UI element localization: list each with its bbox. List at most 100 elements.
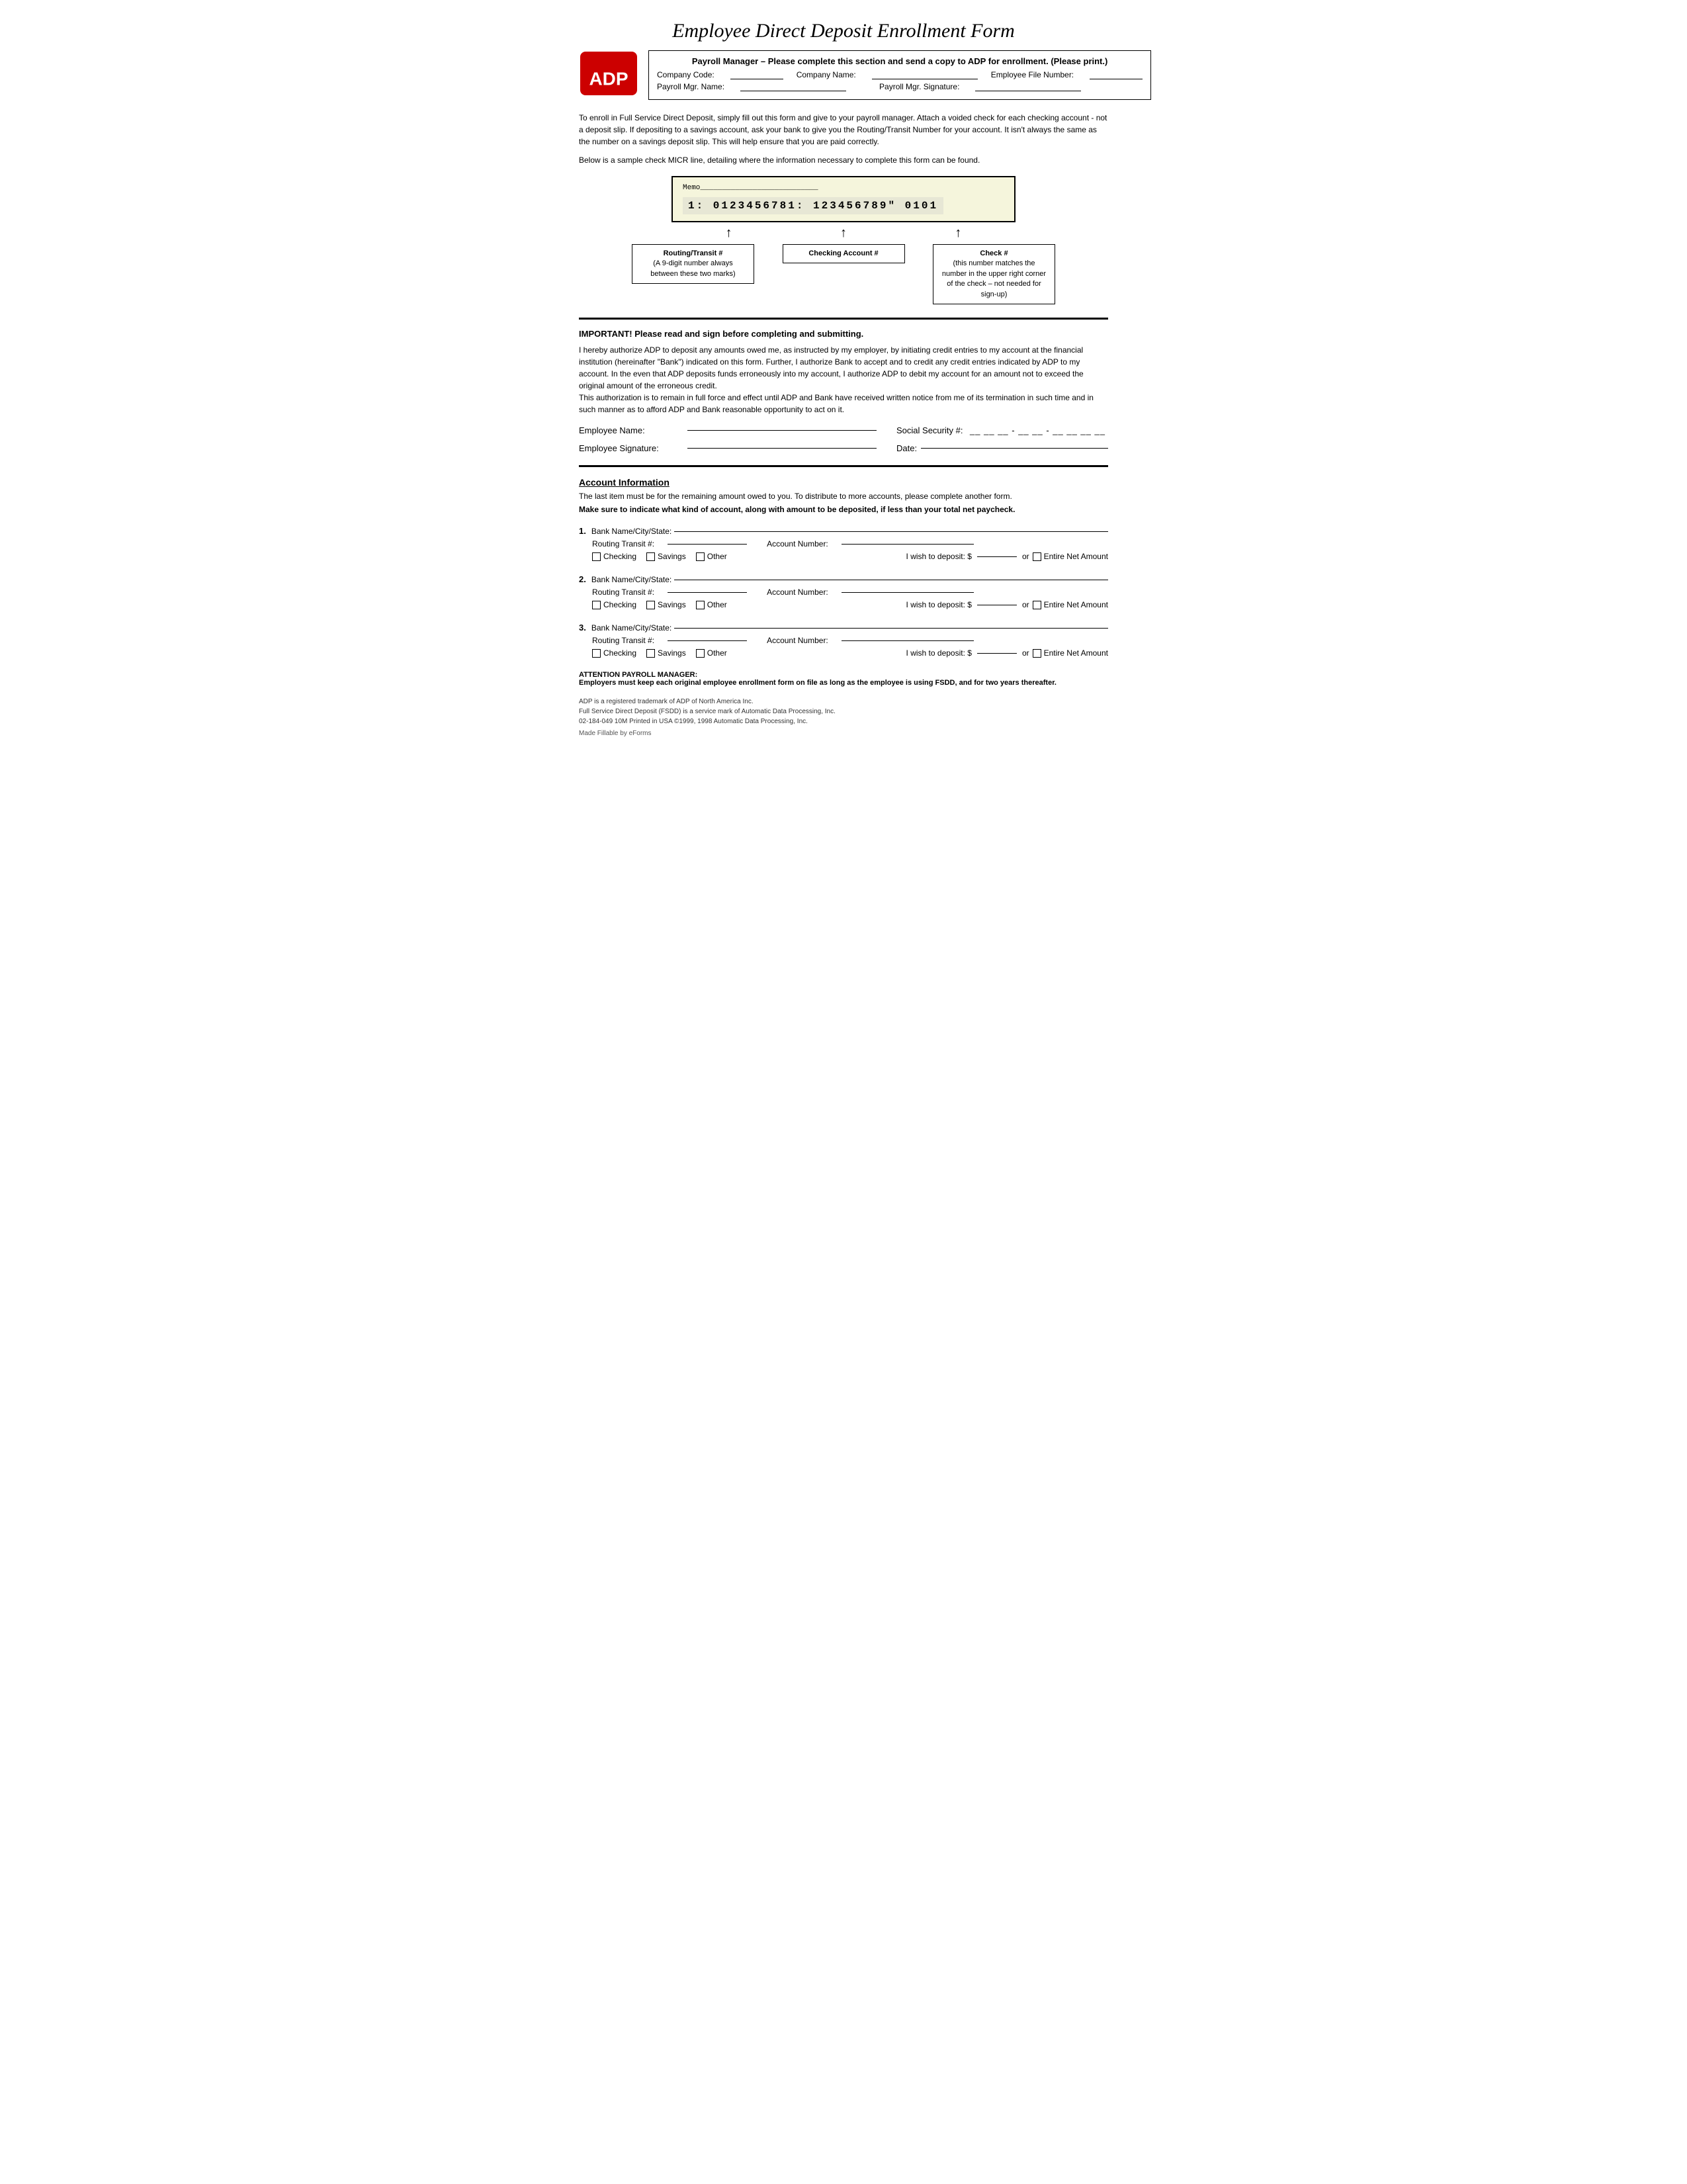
bank-1-field[interactable] [674,531,1108,532]
checking-2-group: Checking [592,600,636,609]
account-3-num: 3. [579,623,586,633]
ssn-label: Social Security #: [896,425,963,435]
or-1-label: or [1022,552,1029,561]
entire-net-1-checkbox[interactable] [1033,552,1041,561]
emp-name-field[interactable] [687,430,877,431]
other-2-checkbox[interactable] [696,601,705,609]
entire-net-1-label: Entire Net Amount [1044,552,1108,561]
account-1-num: 1. [579,526,586,536]
memo-line: Memo___________________________ [683,184,1004,192]
checknum-label-box: Check # (this number matches the number … [933,244,1055,304]
important-body: I hereby authorize ADP to deposit any am… [579,344,1108,415]
account-entry-1: 1. Bank Name/City/State: Routing Transit… [579,526,1108,561]
checking-2-label: Checking [603,600,636,609]
made-fillable: Made Fillable by eForms [579,730,1108,737]
savings-2-checkbox[interactable] [646,601,655,609]
checking-1-label: Checking [603,552,636,561]
company-name-field[interactable] [872,70,978,79]
account-3-field[interactable] [842,640,974,641]
company-code-field[interactable] [730,70,783,79]
other-1-label: Other [707,552,727,561]
entire-net-2-checkbox[interactable] [1033,601,1041,609]
routing-2-row: Routing Transit #: Account Number: [592,588,1108,597]
savings-3-label: Savings [658,648,686,658]
employee-sig-row: Employee Signature: Date: [579,443,1108,453]
entire-net-2-label: Entire Net Amount [1044,600,1108,609]
entire-net-2-box: Entire Net Amount [1033,600,1108,609]
footer-section: ADP is a registered trademark of ADP of … [579,697,1108,726]
account-2-field[interactable] [842,592,974,593]
entire-net-3-checkbox[interactable] [1033,649,1041,658]
account-entry-2: 2. Bank Name/City/State: Routing Transit… [579,574,1108,609]
account-info-subtext: The last item must be for the remaining … [579,492,1108,501]
important-section: IMPORTANT! Please read and sign before c… [579,328,1108,416]
employee-fields: Employee Name: Social Security #: __ __ … [579,425,1108,453]
header-instruction: Payroll Manager – Please complete this s… [657,56,1143,66]
routing-2-field[interactable] [668,592,747,593]
attention-heading: ATTENTION PAYROLL MANAGER: [579,671,1108,679]
other-1-group: Other [696,552,727,561]
routing-2-label: Routing Transit #: [592,588,654,597]
payroll-sig-label: Payroll Mgr. Signature: [879,82,959,91]
account-3-label: Account Number: [767,636,828,645]
company-code-label: Company Code: [657,70,714,79]
other-1-checkbox[interactable] [696,552,705,561]
routing-label-box: Routing/Transit # (A 9-digit number alwa… [632,244,754,284]
deposit-2-group: I wish to deposit: $ or Entire Net Amoun… [906,600,1108,609]
check-diagram-section: Memo___________________________ 1: 01234… [579,176,1108,304]
adp-logo: ADP [579,50,638,97]
employee-file-label: Employee File Number: [991,70,1074,79]
routing-3-row: Routing Transit #: Account Number: [592,636,1108,645]
page-title: Employee Direct Deposit Enrollment Form [579,20,1108,42]
svg-text:ADP: ADP [589,68,628,89]
savings-3-checkbox[interactable] [646,649,655,658]
savings-1-label: Savings [658,552,686,561]
routing-3-label: Routing Transit #: [592,636,654,645]
savings-2-label: Savings [658,600,686,609]
account-entry-3: 3. Bank Name/City/State: Routing Transit… [579,623,1108,658]
routing-3-field[interactable] [668,640,747,641]
arrow-checknum: ↑ [955,226,961,241]
other-3-checkbox[interactable] [696,649,705,658]
deposit-1-group: I wish to deposit: $ or Entire Net Amoun… [906,552,1108,561]
other-2-group: Other [696,600,727,609]
arrow-routing: ↑ [726,226,732,241]
checking-2-checkbox[interactable] [592,601,601,609]
payroll-sig-field[interactable] [975,82,1081,91]
savings-1-checkbox[interactable] [646,552,655,561]
account-2-label: Account Number: [767,588,828,597]
bank-1-label: Bank Name/City/State: [591,527,671,536]
routing-1-label: Routing Transit #: [592,539,654,548]
deposit-3-group: I wish to deposit: $ or Entire Net Amoun… [906,648,1108,658]
entire-net-3-box: Entire Net Amount [1033,648,1108,658]
account-1-field[interactable] [842,544,974,545]
bank-3-field[interactable] [674,628,1108,629]
routing-1-field[interactable] [668,544,747,545]
deposit-3-label: I wish to deposit: $ [906,648,972,658]
check-image: Memo___________________________ 1: 01234… [671,176,1016,222]
payroll-mgr-field[interactable] [740,82,846,91]
or-3-label: or [1022,648,1029,658]
micr-line: 1: 0123456781: 123456789" 0101 [683,197,943,214]
deposit-1-label: I wish to deposit: $ [906,552,972,561]
savings-2-group: Savings [646,600,686,609]
header-section: ADP Payroll Manager – Please complete th… [579,50,1108,100]
account-2-num: 2. [579,574,586,584]
deposit-3-amount[interactable] [977,653,1017,654]
checkbox-3-row: Checking Savings Other I wish to deposit… [592,648,1108,658]
checking-1-checkbox[interactable] [592,552,601,561]
account-1-label: Account Number: [767,539,828,548]
attention-section: ATTENTION PAYROLL MANAGER: Employers mus… [579,671,1108,687]
important-heading: IMPORTANT! Please read and sign before c… [579,328,1108,341]
checking-1-group: Checking [592,552,636,561]
checking-3-checkbox[interactable] [592,649,601,658]
checkbox-2-row: Checking Savings Other I wish to deposit… [592,600,1108,609]
checking-3-group: Checking [592,648,636,658]
emp-sig-field[interactable] [687,448,877,449]
checking-3-label: Checking [603,648,636,658]
date-field[interactable] [921,448,1108,449]
other-3-group: Other [696,648,727,658]
emp-name-label: Employee Name: [579,425,685,435]
employee-file-field[interactable] [1090,70,1143,79]
deposit-1-amount[interactable] [977,556,1017,557]
